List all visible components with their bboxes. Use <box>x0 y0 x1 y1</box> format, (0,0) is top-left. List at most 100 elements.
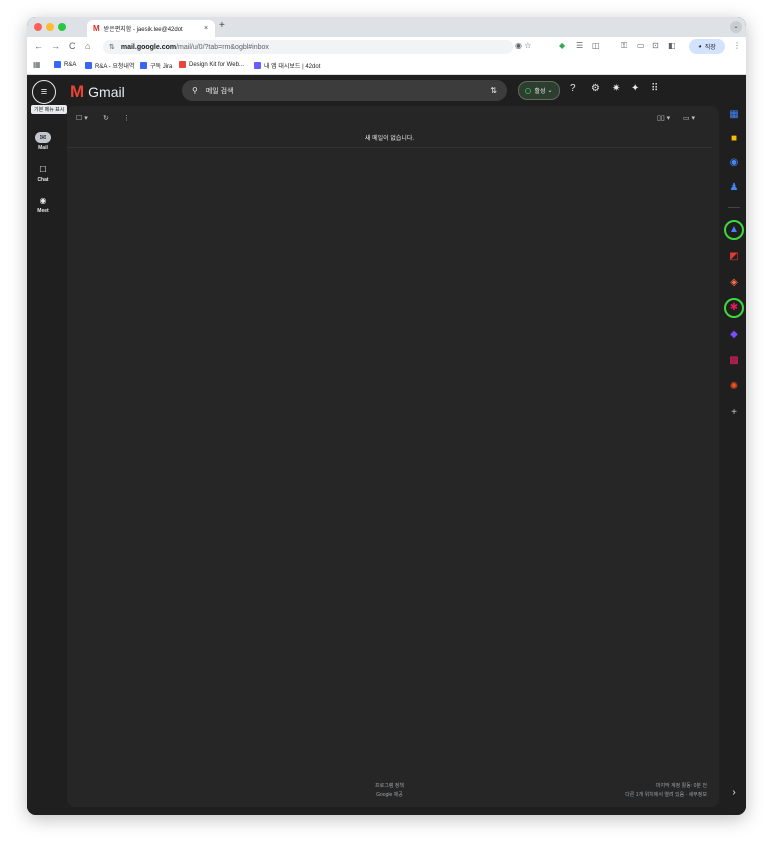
bookmark-app-dashboard[interactable]: 내 앱 대시보드 | 42dot <box>254 61 320 70</box>
gmail-m-icon: M <box>70 82 85 101</box>
install-app-icon[interactable]: ⊡ <box>652 41 659 50</box>
last-activity-text: 마지막 계정 활동: 0분 전 <box>655 783 707 789</box>
bookmark-favicon-icon <box>85 62 92 69</box>
bookmark-ra-requests[interactable]: R&A - 요청내역 <box>85 61 134 70</box>
bookmark-ra[interactable]: R&A <box>54 61 76 68</box>
contacts-icon[interactable]: ♟ <box>724 178 744 198</box>
search-input[interactable]: 메일 검색 <box>206 86 490 96</box>
addon-asana-icon[interactable]: ✺ <box>724 377 744 397</box>
bookmark-label: 구독 Jira <box>150 64 173 70</box>
profile-label: 직장 <box>704 45 716 51</box>
bookmark-design-kit[interactable]: Design Kit for Web... <box>179 61 244 68</box>
tab-strip: M 받은편지함 - jaesik.lee@42dot × + ⌄ <box>27 17 746 37</box>
addon-clickup-icon[interactable]: ◆ <box>724 325 744 345</box>
tasks-icon[interactable]: ◉ <box>724 153 744 173</box>
profile-button[interactable]: ◕ 직장 <box>689 39 725 54</box>
hide-side-panel-icon[interactable]: › <box>722 787 746 798</box>
addon-calendar-app-icon[interactable]: ▩ <box>724 351 744 371</box>
extension-shield-icon[interactable]: ◆ <box>559 41 565 50</box>
bookmark-favicon-icon <box>54 61 61 68</box>
site-info-icon[interactable]: ⇅ <box>109 43 115 51</box>
omnibox-actions-icon[interactable]: ◉ ☆ <box>515 41 531 50</box>
browser-menu-button[interactable]: ⋮ <box>733 41 741 50</box>
powered-by-google: Google 제공 <box>376 792 403 798</box>
chat-icon: ☐ <box>39 165 47 174</box>
search-options-icon[interactable]: ⇅ <box>490 86 497 95</box>
url-path: /mail/u/0/?tab=rm&ogbl#inbox <box>176 43 269 51</box>
help-icon[interactable]: ? <box>570 83 576 95</box>
inbox-panel: ☐ ▾ ↻ ⋮ ▯▯ ▾ ▭ ▾ 새 메일이 없습니다. 프로그램 정책 Goo… <box>67 106 719 807</box>
addon-slack-icon[interactable]: ✱ <box>724 298 744 318</box>
keep-icon[interactable]: ■ <box>724 129 744 149</box>
tab-title: 받은편지함 - jaesik.lee@42dot <box>103 27 183 33</box>
addon-atlassian-icon[interactable]: ▲ <box>724 220 744 240</box>
gmail-logo-text: Gmail <box>88 83 125 100</box>
forward-button[interactable]: → <box>51 41 60 51</box>
meet-icon: ◉ <box>39 196 47 205</box>
tab-search-button[interactable]: ⌄ <box>730 21 742 33</box>
minimize-window-button[interactable] <box>46 23 54 31</box>
bookmark-label: 내 앱 대시보드 | 42dot <box>264 64 321 70</box>
bookmark-label: R&A <box>64 61 77 68</box>
gmail-logo[interactable]: M Gmail <box>70 83 125 100</box>
browser-window: M 받은편지함 - jaesik.lee@42dot × + ⌄ ← → C ⌂… <box>27 17 746 815</box>
input-tools-button[interactable]: ▭ ▾ <box>683 114 695 122</box>
close-window-button[interactable] <box>34 23 42 31</box>
search-icon[interactable]: ⚲ <box>192 86 198 95</box>
addon-todoist-icon[interactable]: ◩ <box>724 247 744 267</box>
browser-toolbar: ← → C ⌂ ⇅ mail.google.com/mail/u/0/?tab=… <box>27 37 746 57</box>
home-button[interactable]: ⌂ <box>85 41 90 51</box>
url-host: mail.google.com <box>120 43 177 51</box>
reload-button[interactable]: C <box>69 41 76 51</box>
back-button[interactable]: ← <box>34 41 43 51</box>
nav-chat[interactable]: ☐ Chat <box>27 164 59 183</box>
chevron-down-icon: ⌄ <box>547 88 553 94</box>
gemini-sparkle-icon[interactable]: ✷ <box>612 83 620 95</box>
tab-close-icon[interactable]: × <box>201 25 211 32</box>
gear-icon[interactable]: ⚙ <box>591 83 600 95</box>
address-bar[interactable]: ⇅ mail.google.com/mail/u/0/?tab=rm&ogbl#… <box>103 40 513 54</box>
bookmark-label: Design Kit for Web... <box>189 61 244 68</box>
gmail-favicon-icon: M <box>93 24 100 33</box>
empty-inbox-message: 새 메일이 없습니다. <box>364 136 415 142</box>
calendar-icon[interactable]: ▦ <box>724 105 744 125</box>
split-view-button[interactable]: ▯▯ ▾ <box>657 114 670 122</box>
program-policy-link[interactable]: 프로그램 정책 <box>67 782 712 791</box>
status-label: 활성 <box>534 89 546 95</box>
password-key-icon[interactable]: ⚿ <box>621 41 627 51</box>
tab-inbox[interactable]: M 받은편지함 - jaesik.lee@42dot × <box>87 20 215 37</box>
bookmark-favicon-icon <box>140 62 147 69</box>
google-apps-icon[interactable]: ⠿ <box>651 83 658 95</box>
side-panel-icon[interactable]: ◧ <box>668 41 676 50</box>
bookmark-jira[interactable]: 구독 Jira <box>140 61 172 70</box>
dashboard-icon <box>254 62 261 69</box>
new-tab-button[interactable]: + <box>219 20 225 31</box>
search-bar[interactable]: ⚲ 메일 검색 ⇅ <box>182 80 507 101</box>
add-addon-icon[interactable]: + <box>724 403 744 423</box>
addon-orange-icon[interactable]: ◈ <box>724 273 744 293</box>
maximize-window-button[interactable] <box>58 23 66 31</box>
nav-mail[interactable]: ✉ Mail <box>27 132 59 151</box>
extension-reader-icon[interactable]: ☰ <box>576 41 583 50</box>
main-menu-button[interactable]: ≡ <box>32 80 56 104</box>
status-button[interactable]: 활성 ⌄ <box>518 81 560 100</box>
refresh-button[interactable]: ↻ <box>103 114 109 122</box>
avatar-icon: ◕ <box>698 43 702 50</box>
nav-meet[interactable]: ◉ Meet <box>27 195 59 214</box>
nav-mail-label: Mail <box>38 145 48 151</box>
bookmark-label: R&A - 요청내역 <box>95 64 135 70</box>
apps-grid-icon[interactable]: ▦ <box>33 60 41 69</box>
footer-links: 프로그램 정책 Google 제공 <box>67 782 712 800</box>
bookmarks-bar: ▦ R&A R&A - 요청내역 구독 Jira Design Kit for … <box>27 57 746 75</box>
account-activity: 마지막 계정 활동: 0분 전 다른 1개 위치에서 열려 있음 · 세부정보 <box>625 782 707 800</box>
select-all-checkbox[interactable]: ☐ ▾ <box>76 114 88 122</box>
extensions-puzzle-icon[interactable]: ◫ <box>592 41 600 50</box>
menu-tooltip: 기본 메뉴 표시 <box>31 105 68 114</box>
gemini-star-icon[interactable]: ✦ <box>631 83 639 95</box>
side-panel: ▦ ■ ◉ ♟ ▲ ◩ ◈ ✱ ◆ ▩ ✺ + <box>722 105 746 815</box>
payment-card-icon[interactable]: ▭ <box>637 41 645 50</box>
more-options-button[interactable]: ⋮ <box>123 114 130 122</box>
mail-icon: ✉ <box>35 132 51 143</box>
gmail-app: ≡ 기본 메뉴 표시 M Gmail ⚲ 메일 검색 ⇅ 활성 ⌄ ? ⚙ ✷ … <box>27 75 746 815</box>
activity-details-link[interactable]: 다른 1개 위치에서 열려 있음 · 세부정보 <box>625 791 707 800</box>
